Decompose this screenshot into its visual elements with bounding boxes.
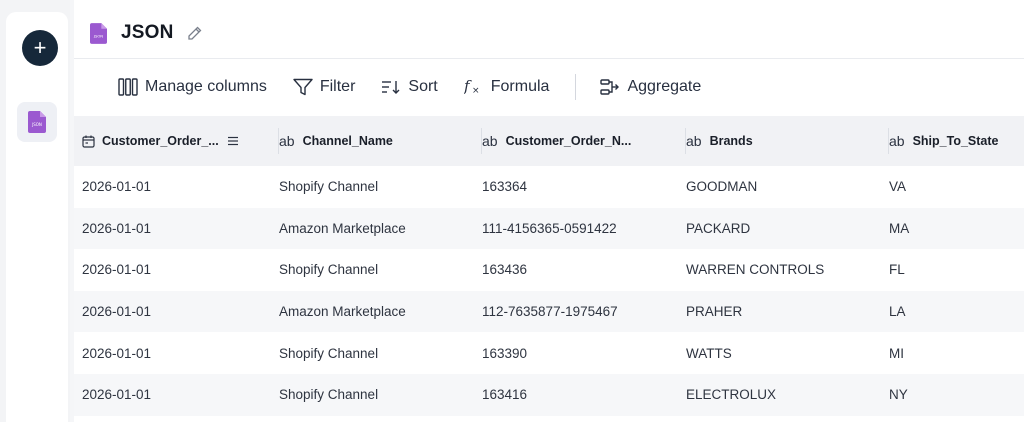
main-panel: JSON JSON Manage columns Filter Sort f ×… [74, 0, 1024, 422]
table-cell[interactable]: GOODMAN [686, 179, 889, 194]
rail-file-icon-label: JSON [31, 122, 42, 127]
filter-button[interactable]: Filter [293, 78, 356, 96]
table-cell[interactable]: 163364 [482, 179, 686, 194]
table-row[interactable]: 2026-01-01 Shopify Channel 163436 WARREN… [74, 249, 1024, 291]
column-header-label: Brands [709, 134, 753, 148]
table-cell[interactable]: 111-4156365-0591422 [482, 221, 686, 236]
table-row[interactable]: 2026-01-01 Amazon Marketplace 111-415636… [74, 207, 1024, 250]
rail-file-item[interactable]: JSON [17, 102, 57, 142]
table-cell[interactable]: 2026-01-01 [74, 221, 279, 236]
column-header-label: Channel_Name [302, 134, 393, 148]
table-cell[interactable]: 163390 [482, 346, 686, 361]
table-cell[interactable]: 2026-01-01 [74, 304, 279, 319]
column-header-channel-name[interactable]: ab Channel_Name [279, 116, 482, 166]
column-header-customer-order-date[interactable]: Customer_Order_... [74, 116, 279, 166]
table-cell[interactable]: MA [889, 221, 1024, 236]
table-cell[interactable]: Amazon Marketplace [279, 304, 482, 319]
table-cell[interactable]: 2026-01-01 [74, 179, 279, 194]
table-cell[interactable]: VA [889, 179, 1024, 194]
table-row[interactable]: 2026-01-01 Amazon Marketplace 112-763587… [74, 290, 1024, 333]
text-type-icon: ab [482, 133, 498, 149]
table-cell[interactable]: ELECTROLUX [686, 387, 889, 402]
column-header-label: Customer_Order_N... [505, 134, 632, 148]
table-cell[interactable]: 2026-01-01 [74, 262, 279, 277]
table-cell[interactable]: Shopify Channel [279, 346, 482, 361]
table-header: Customer_Order_... ab Channel_Name ab Cu… [74, 116, 1024, 166]
column-header-customer-order-number[interactable]: ab Customer_Order_N... [482, 116, 686, 166]
formula-icon: f × [464, 78, 480, 96]
table-cell[interactable]: 163436 [482, 262, 686, 277]
aggregate-button[interactable]: Aggregate [600, 78, 701, 96]
toolbar-divider [575, 74, 577, 100]
calendar-icon [82, 135, 95, 148]
sort-label: Sort [408, 78, 438, 95]
sort-button[interactable]: Sort [381, 78, 438, 96]
toolbar: Manage columns Filter Sort f × Formula A… [74, 60, 1024, 114]
table-cell[interactable]: 2026-01-01 [74, 346, 279, 361]
column-header-label: Ship_To_State [912, 134, 999, 148]
text-type-icon: ab [279, 133, 295, 149]
json-file-icon: JSON [28, 111, 46, 133]
add-button[interactable]: + [22, 30, 58, 66]
table-cell[interactable]: Shopify Channel [279, 262, 482, 277]
manage-columns-label: Manage columns [145, 78, 267, 95]
rail-panel [6, 12, 68, 422]
table-cell[interactable]: NY [889, 387, 1024, 402]
aggregate-icon [600, 79, 620, 95]
column-header-ship-to-state[interactable]: ab Ship_To_State [889, 116, 1024, 166]
table-cell[interactable]: PACKARD [686, 221, 889, 236]
table-cell[interactable]: Shopify Channel [279, 179, 482, 194]
table-cell[interactable]: Amazon Marketplace [279, 221, 482, 236]
column-header-label: Customer_Order_... [102, 134, 219, 148]
column-header-brands[interactable]: ab Brands [686, 116, 889, 166]
text-type-icon: ab [889, 133, 905, 149]
title-row: JSON JSON [90, 18, 203, 48]
table-cell[interactable]: WATTS [686, 346, 889, 361]
plus-icon: + [33, 35, 47, 60]
svg-text:×: × [472, 86, 480, 96]
table-cell[interactable]: LA [889, 304, 1024, 319]
aggregate-label: Aggregate [627, 78, 702, 95]
edit-pencil-icon[interactable] [186, 25, 203, 42]
table-body: 2026-01-01 Shopify Channel 163364 GOODMA… [74, 166, 1024, 416]
text-type-icon: ab [686, 133, 702, 149]
table-cell[interactable]: 112-7635877-1975467 [482, 304, 686, 319]
table-cell[interactable]: MI [889, 346, 1024, 361]
column-menu-icon[interactable] [227, 136, 239, 146]
svg-text:f: f [464, 78, 472, 95]
filter-label: Filter [319, 78, 356, 95]
table-row[interactable]: 2026-01-01 Shopify Channel 163390 WATTS … [74, 332, 1024, 374]
table-cell[interactable]: FL [889, 262, 1024, 277]
sort-icon [382, 81, 400, 94]
table-row[interactable]: 2026-01-01 Shopify Channel 163364 GOODMA… [74, 166, 1024, 208]
columns-icon [118, 78, 138, 96]
table-cell[interactable]: Shopify Channel [279, 387, 482, 402]
header-file-icon-label: JSON [93, 34, 103, 38]
left-rail: + JSON [0, 0, 70, 422]
title-divider [74, 58, 1024, 59]
formula-button[interactable]: f × Formula [464, 78, 550, 96]
json-file-icon: JSON [90, 22, 107, 44]
table-cell[interactable]: 163416 [482, 387, 686, 402]
table-row[interactable]: 2026-01-01 Shopify Channel 163416 ELECTR… [74, 373, 1024, 416]
page-title: JSON [121, 22, 174, 43]
manage-columns-button[interactable]: Manage columns [118, 78, 267, 96]
table-cell[interactable]: PRAHER [686, 304, 889, 319]
table-cell[interactable]: WARREN CONTROLS [686, 262, 889, 277]
table-cell[interactable]: 2026-01-01 [74, 387, 279, 402]
filter-icon [293, 78, 313, 96]
formula-label: Formula [490, 78, 550, 95]
